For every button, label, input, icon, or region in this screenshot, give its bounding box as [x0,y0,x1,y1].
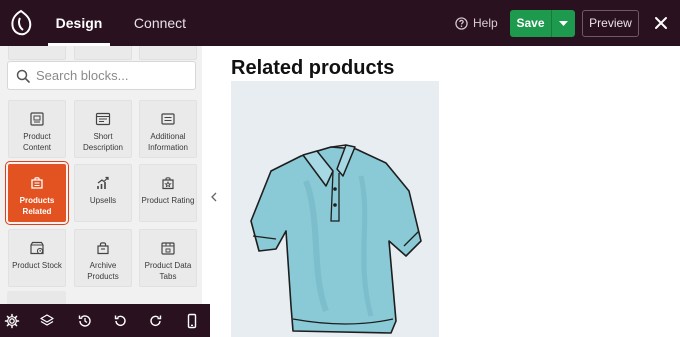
help-link[interactable]: Help [455,15,498,31]
additional-information-icon [161,113,175,125]
close-icon[interactable] [653,15,669,31]
panel-scrollbar[interactable] [202,46,210,304]
layers-icon[interactable] [39,313,55,329]
caret-down-icon [559,20,568,26]
block-label: Product Rating [141,196,195,205]
archive-products-icon [97,242,109,255]
block-label: Product Stock [12,261,62,270]
block-label: Short Description [82,132,123,152]
tab-connect[interactable]: Connect [122,0,198,46]
block-partial-bottom[interactable] [7,291,66,304]
block-label: Product Data Tabs [144,261,192,281]
upsells-icon [97,176,109,189]
top-bar: Design Connect Help Save Preview [0,0,680,46]
block-archive-products[interactable]: Archive Products [74,229,132,287]
block-product-data-tabs[interactable]: Product Data Tabs [139,229,197,287]
related-products-heading: Related products [231,57,395,79]
block-partial-top[interactable] [139,46,197,60]
block-product-content[interactable]: Product Content [8,100,66,158]
product-image[interactable] [231,81,439,337]
tab-design[interactable]: Design [48,0,110,46]
products-related-icon [31,177,43,189]
mobile-preview-icon[interactable] [184,313,200,329]
block-short-description[interactable]: Short Description [74,100,132,158]
block-partial-top[interactable] [8,46,66,60]
save-options-button[interactable] [552,10,575,37]
chevron-left-icon [211,192,217,202]
block-search [7,61,196,90]
block-label: Product Content [22,132,52,152]
block-label: Additional Information [147,132,189,152]
product-content-icon [30,112,44,126]
collapse-panel-button[interactable] [209,188,219,206]
settings-icon[interactable] [4,313,20,329]
search-icon [16,69,30,83]
block-label: Upsells [89,196,117,205]
seedprod-logo-icon[interactable] [8,9,34,37]
save-button-group: Save [510,10,575,37]
history-icon[interactable] [77,313,93,329]
block-additional-information[interactable]: Additional Information [139,100,197,158]
block-label: Products Related [19,196,55,216]
block-product-stock[interactable]: Product Stock [8,229,66,287]
block-products-related[interactable]: Products Related [5,161,69,225]
save-button[interactable]: Save [510,10,552,37]
redo-icon[interactable] [148,313,164,329]
block-product-rating[interactable]: Product Rating [139,164,197,222]
help-label: Help [473,16,498,30]
help-icon [455,16,468,30]
bottom-toolbar [0,304,210,337]
block-upsells[interactable]: Upsells [74,164,132,222]
product-data-tabs-icon [161,242,175,255]
preview-button[interactable]: Preview [582,10,639,37]
search-input[interactable] [36,68,186,83]
undo-icon[interactable] [112,313,128,329]
product-stock-icon [30,241,44,255]
blocks-panel: Product Content Short Description Additi… [0,46,210,304]
short-description-icon [95,112,111,126]
block-partial-top[interactable] [74,46,132,60]
block-label: Archive Products [87,261,119,281]
polo-shirt-illustration [250,144,422,334]
product-rating-icon [162,177,174,190]
